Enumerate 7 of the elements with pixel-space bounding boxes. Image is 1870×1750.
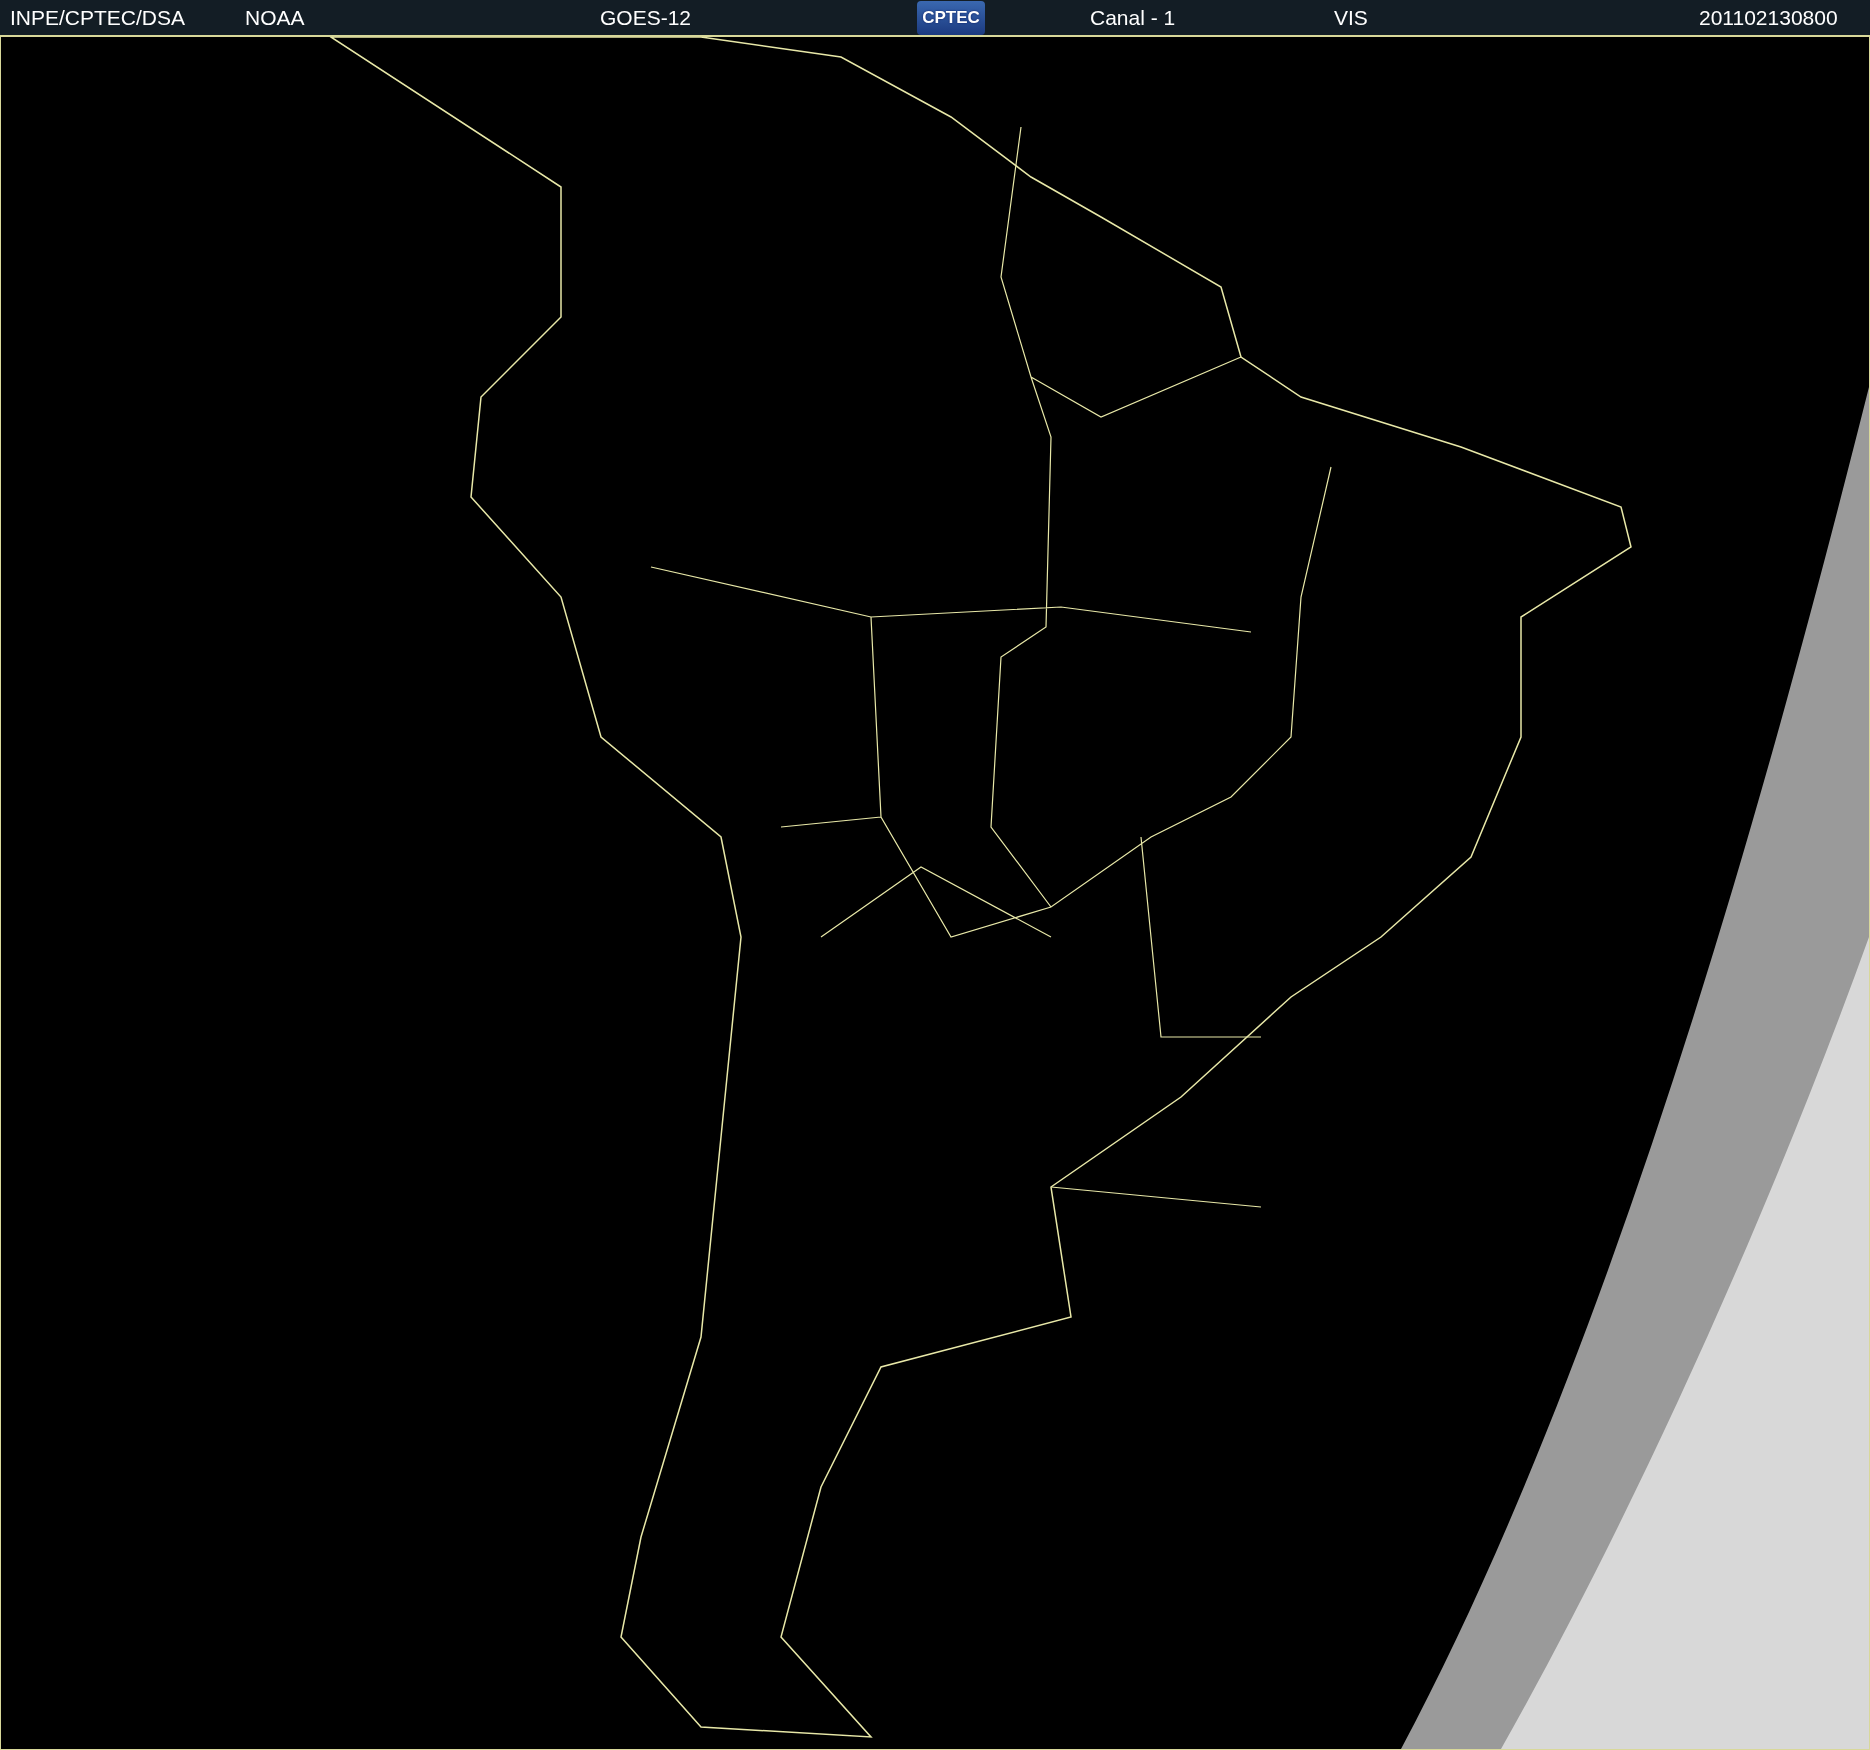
operator-label: NOAA: [245, 7, 306, 28]
logo: CPTEC: [917, 0, 985, 35]
band-label: VIS: [1334, 7, 1369, 28]
satellite-label: GOES-12: [600, 7, 693, 28]
agency-label: INPE/CPTEC/DSA: [10, 7, 187, 28]
timestamp-label: 201102130800: [1699, 7, 1838, 28]
channel-label: Canal - 1: [1090, 7, 1177, 28]
